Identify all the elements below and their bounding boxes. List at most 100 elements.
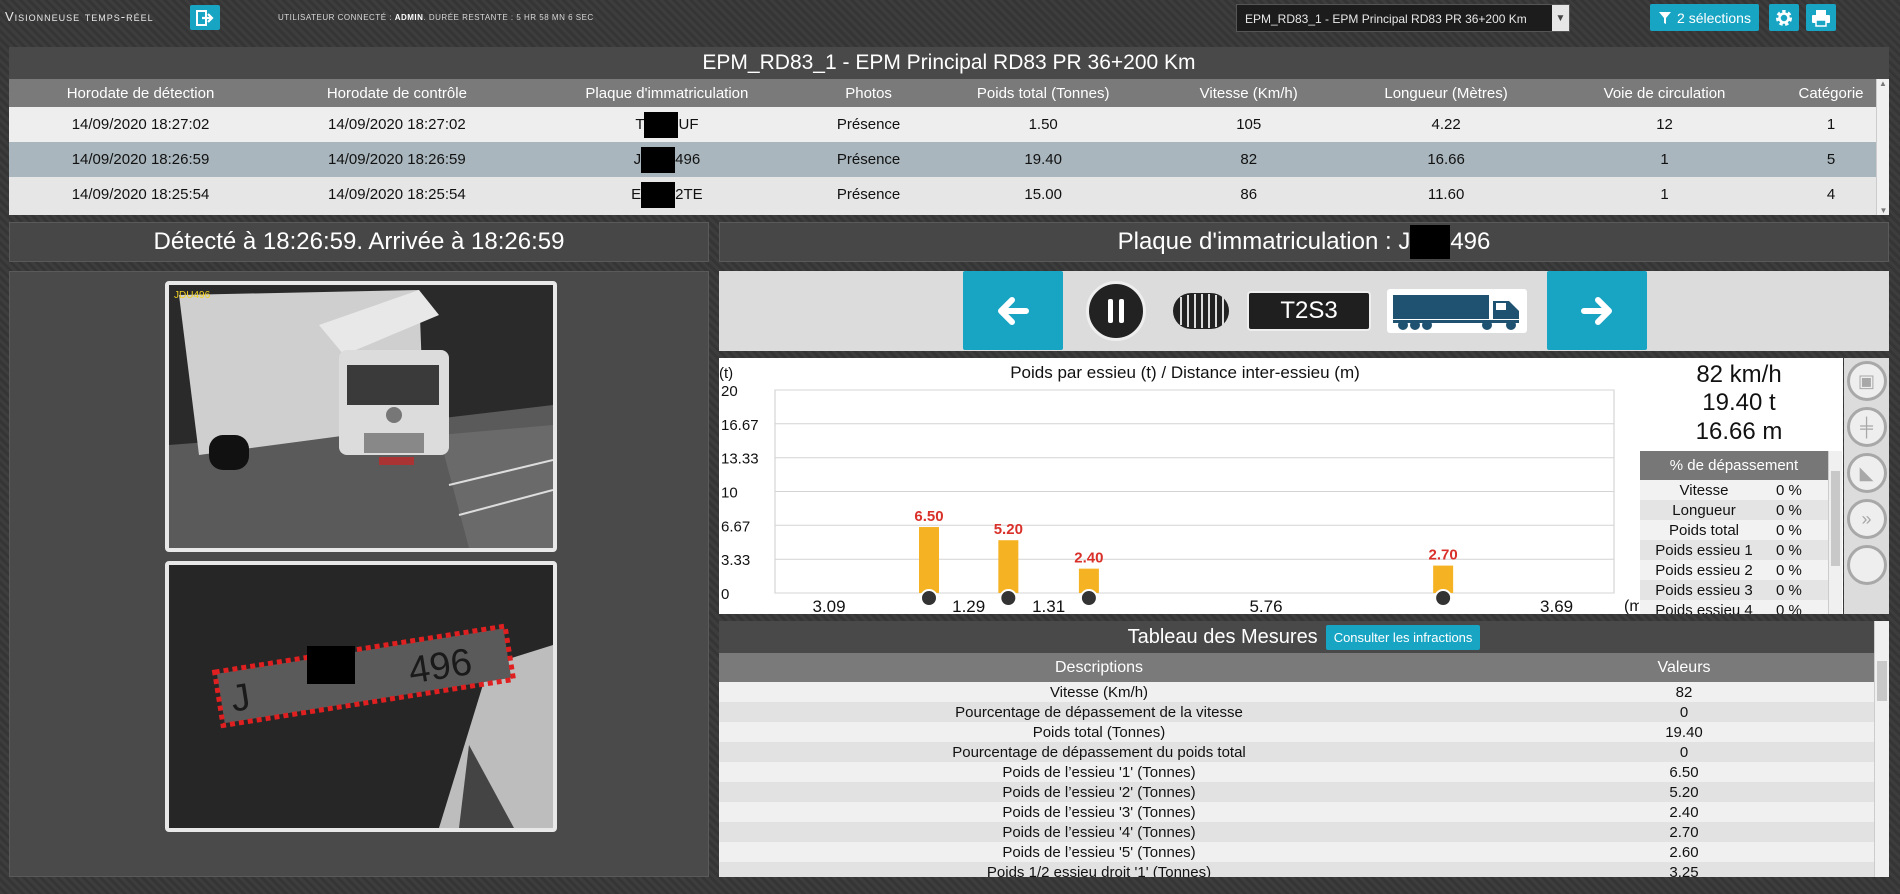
truck-photo-image: JDU496 [169,285,553,548]
cell-category: 5 [1773,142,1889,177]
photo-overlay-text: JDU496 [174,290,211,301]
cell-control-time: 14/09/2020 18:27:02 [272,107,522,142]
overrun-label: Poids essieu 1 [1640,540,1768,560]
overrun-label: Poids total [1640,520,1768,540]
plate-redaction [307,646,355,684]
measure-value: 6.50 [1479,762,1889,782]
cell-length: 16.66 [1336,142,1557,177]
wheel-icon [920,589,938,607]
scroll-thumb[interactable] [1831,471,1840,566]
scroll-up-icon[interactable]: ▲ [1877,79,1889,88]
col-total-weight[interactable]: Poids total (Tonnes) [925,79,1162,107]
vehicle-photo[interactable]: JDU496 [165,281,557,552]
bar-value-label: 6.50 [914,508,943,525]
axle-distance-label: 5.76 [1249,597,1282,614]
cell-lane: 1 [1556,177,1774,212]
cell-category: 1 [1773,107,1889,142]
table-row: Pourcentage de dépassement de la vitesse… [719,702,1889,722]
arrow-left-icon [998,296,1029,325]
view-infractions-button[interactable]: Consulter les infractions [1325,624,1481,650]
col-speed[interactable]: Vitesse (Km/h) [1161,79,1337,107]
axle-icon[interactable]: ╪ [1846,407,1887,447]
list-item: Poids essieu 40 % [1640,600,1828,614]
cell-plate: J 496 [521,142,813,177]
settings-button[interactable] [1769,4,1799,31]
table-scrollbar[interactable]: ▲ ▼ [1876,79,1889,215]
silhouette-code-badge: T2S3 [1247,291,1371,331]
y-tick-label: 3.33 [721,552,750,569]
overrun-table: Vitesse 0 % Longueur 0 % Poids total 0 % Poids… [1640,480,1828,614]
plate-redaction [641,181,676,208]
previous-button[interactable] [963,271,1063,350]
list-item: Poids essieu 20 % [1640,560,1828,580]
next-button[interactable] [1547,271,1647,350]
measure-description: Poids de l’essieu '2' (Tonnes) [719,782,1479,802]
cell-control-time: 14/09/2020 18:25:54 [272,177,522,212]
cell-detection-time: 14/09/2020 18:25:54 [9,177,273,212]
empty-circle-icon[interactable] [1846,545,1887,585]
col-descriptions: Descriptions [719,653,1479,682]
plate-photo[interactable]: J 496 [165,561,557,832]
arrow-right-icon [1581,296,1612,325]
pause-icon [1108,299,1124,323]
chart-ylabel: (t) [719,365,733,382]
scroll-down-icon[interactable]: ▼ [1877,206,1890,215]
col-lane[interactable]: Voie de circulation [1556,79,1774,107]
col-length[interactable]: Longueur (Mètres) [1336,79,1557,107]
table-row: Poids 1/2 essieu droit '1' (Tonnes) 3.25 [719,862,1889,877]
logout-button[interactable] [190,5,220,30]
truck-side-icon[interactable]: ▣ [1846,361,1887,401]
wheel-icon [1079,589,1098,607]
measure-value: 2.40 [1479,802,1889,822]
speed-truck-icon[interactable]: » [1846,499,1887,539]
measures-panel: Tableau des Mesures Consulter les infrac… [719,621,1889,877]
scroll-thumb[interactable] [1877,661,1887,701]
plate-photo-image: J 496 [169,565,553,828]
measure-value: 82 [1479,682,1889,702]
axle-weight-bar [998,540,1019,593]
col-detection-time[interactable]: Horodate de détection [9,79,273,107]
plate-redaction [641,146,676,173]
axle-distance-label: 1.29 [952,597,985,614]
cell-lane: 1 [1556,142,1774,177]
col-category[interactable]: Catégorie [1773,79,1889,107]
overrun-label: Longueur [1640,500,1768,520]
measure-value: 3.25 [1479,862,1889,877]
table-row: Poids de l’essieu '5' (Tonnes) 2.60 [719,842,1889,862]
table-row[interactable]: 14/09/2020 18:26:59 14/09/2020 18:26:59 J 4… [9,142,1889,177]
pause-button[interactable] [1086,281,1146,341]
list-item: Poids essieu 10 % [1640,540,1828,560]
plate-heading: Plaque d'immatriculation : J 496 [719,222,1889,262]
overrun-value: 0 % [1768,540,1828,560]
overrun-scrollbar[interactable] [1828,451,1842,614]
y-tick-label: 0 [721,586,729,603]
y-tick-label: 10 [721,485,738,502]
cell-speed: 86 [1161,177,1337,212]
station-select[interactable]: EPM_RD83_1 - EPM Principal RD83 PR 36+20… [1236,4,1570,32]
chart-xunit: (m [1624,598,1639,614]
table-row[interactable]: 14/09/2020 18:27:02 14/09/2020 18:27:02 T U… [9,107,1889,142]
side-icon-strip: ▣ ╪ ◣ » [1844,358,1889,614]
filter-button[interactable]: 2 sélections [1650,4,1759,31]
measure-description: Poids 1/2 essieu droit '1' (Tonnes) [719,862,1479,877]
table-row: Poids de l’essieu '2' (Tonnes) 5.20 [719,782,1889,802]
overrun-label: Poids essieu 4 [1640,600,1768,614]
measure-description: Poids de l’essieu '5' (Tonnes) [719,842,1479,862]
print-button[interactable] [1806,4,1836,31]
chevron-down-icon[interactable]: ▼ [1552,5,1569,31]
detection-table-panel: EPM_RD83_1 - EPM Principal RD83 PR 36+20… [9,47,1889,215]
col-plate[interactable]: Plaque d'immatriculation [521,79,813,107]
cell-plate: T UF [521,107,813,142]
stat-speed: 82 km/h [1696,361,1782,388]
dump-truck-icon[interactable]: ◣ [1846,453,1887,493]
chart-title: Poids par essieu (t) / Distance inter-es… [1010,363,1360,382]
table-row[interactable]: 14/09/2020 18:25:54 14/09/2020 18:25:54 E 2… [9,177,1889,212]
col-photos[interactable]: Photos [812,79,926,107]
tire-icon [1173,293,1229,329]
measure-description: Poids de l’essieu '3' (Tonnes) [719,802,1479,822]
y-tick-label: 20 [721,383,738,400]
measures-scrollbar[interactable] [1874,621,1889,877]
app-title: Visionneuse temps-réel [5,9,154,24]
col-control-time[interactable]: Horodate de contrôle [272,79,522,107]
overrun-title: % de dépassement [1640,451,1828,480]
